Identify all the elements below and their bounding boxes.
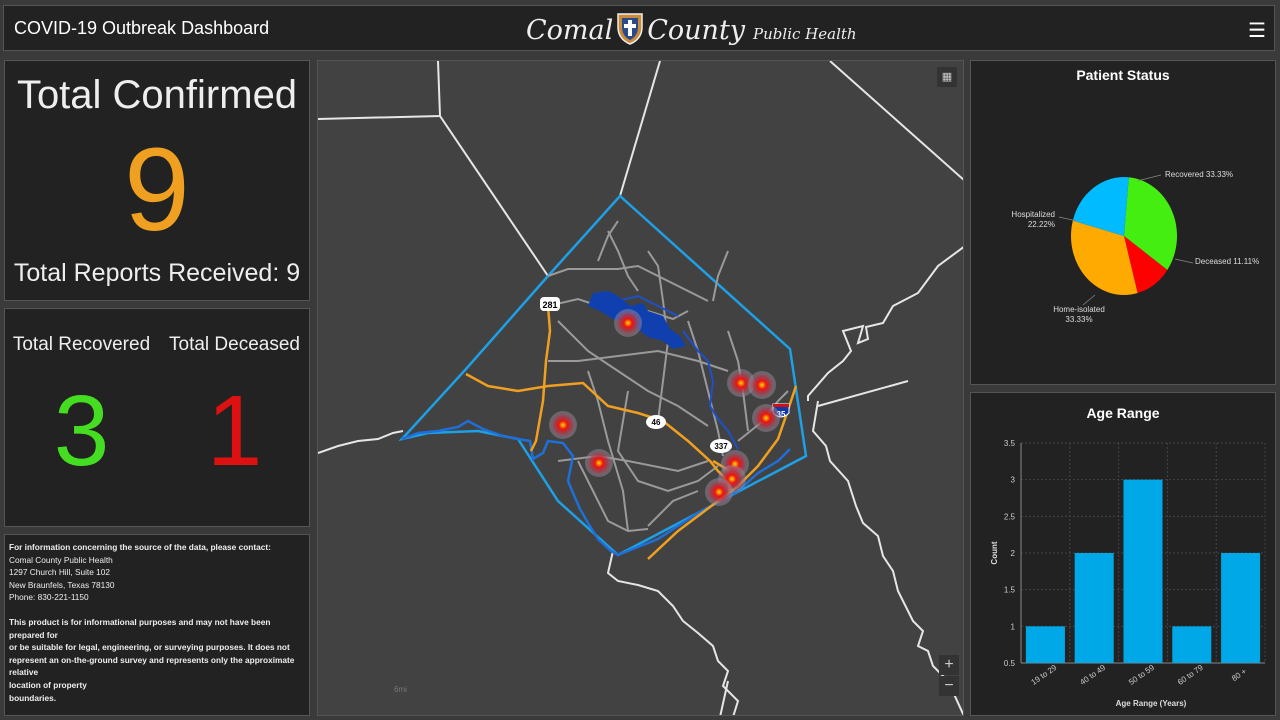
- total-reports-received: Total Reports Received: 9: [13, 259, 301, 287]
- total-confirmed-title: Total Confirmed: [16, 73, 298, 117]
- road-shield-46: 46: [652, 418, 661, 427]
- y-tick-label: 1: [1011, 622, 1016, 631]
- disclaimer-line-1: This product is for informational purpos…: [9, 616, 271, 640]
- map-canvas[interactable]: 281 46 337 35: [318, 61, 964, 716]
- highways: [465, 305, 798, 560]
- pie-label-pct: 33.33%: [1065, 315, 1092, 324]
- bar-50to59[interactable]: [1123, 479, 1163, 663]
- disclaimer-line-3: represent an on-the-ground survey and re…: [9, 654, 295, 678]
- outcomes-panel: Total Recovered 3 Total Deceased 1: [4, 308, 310, 527]
- case-marker[interactable]: [752, 404, 780, 432]
- disclaimer-line-5: boundaries.: [9, 692, 57, 703]
- total-recovered-label: Total Recovered: [12, 334, 151, 355]
- disclaimer-line-4: location of property: [9, 679, 87, 690]
- patient-status-panel: Patient Status Recovered 33.33% Deceased …: [970, 60, 1276, 385]
- info-panel: For information concerning the source of…: [4, 534, 310, 716]
- logo-word-comal: Comal: [526, 14, 614, 46]
- age-range-bar-chart: 0.5 1 1.5 2 2.5 3 3.5 19 to 29 40 to 49 50 to 59 6…: [990, 439, 1266, 708]
- y-tick-label: 3: [1011, 476, 1016, 485]
- case-marker[interactable]: [705, 478, 733, 506]
- map-overview-icon[interactable]: ▦: [937, 67, 957, 87]
- x-tick-label: 80 +: [1230, 667, 1248, 684]
- info-intro: For information concerning the source of…: [9, 542, 271, 552]
- road-shield-337: 337: [714, 442, 728, 451]
- pie-label-name: Home-isolated: [1053, 305, 1105, 314]
- map-view[interactable]: 281 46 337 35 ▦ + − 6mi: [317, 60, 964, 716]
- case-marker[interactable]: [748, 371, 776, 399]
- zoom-out-button[interactable]: −: [939, 676, 959, 696]
- y-tick-label: 1.5: [1004, 586, 1016, 595]
- pie-leader-line: [1174, 258, 1194, 264]
- app-title: COVID-19 Outbreak Dashboard: [14, 18, 270, 38]
- patient-status-pie-chart: Recovered 33.33% Deceased 11.11% Home-isol…: [1011, 170, 1259, 324]
- y-tick-label: 2.5: [1004, 512, 1016, 521]
- bar-19to29[interactable]: [1025, 626, 1065, 663]
- bar-40to49[interactable]: [1074, 553, 1114, 663]
- bar-60to79[interactable]: [1172, 626, 1212, 663]
- map-scale-label: 6mi: [394, 685, 407, 694]
- case-marker[interactable]: [614, 309, 642, 337]
- y-tick-label: 3.5: [1004, 439, 1016, 448]
- age-range-panel: Age Range 0.5 1 1.5 2 2.5 3 3.5 19 to 29 40 to 4…: [970, 392, 1276, 716]
- pie-label: Recovered 33.33%: [1165, 170, 1233, 179]
- disclaimer-line-2: or be suitable for legal, engineering, o…: [9, 642, 290, 653]
- county-seal-icon: [615, 11, 645, 50]
- info-phone: Phone: 830-221-1150: [9, 592, 89, 603]
- neighbor-county-lines: [318, 61, 963, 715]
- pie-label-name: Hospitalized: [1011, 210, 1055, 219]
- x-tick-label: 60 to 79: [1176, 663, 1205, 687]
- total-confirmed-value: 9: [124, 124, 190, 256]
- x-tick-label: 40 to 49: [1078, 663, 1107, 687]
- total-deceased-label: Total Deceased: [169, 334, 300, 355]
- pie-leader-line: [1136, 174, 1162, 182]
- case-marker[interactable]: [585, 449, 613, 477]
- zoom-in-button[interactable]: +: [939, 655, 959, 675]
- case-marker[interactable]: [549, 411, 577, 439]
- bar-80[interactable]: [1221, 553, 1261, 663]
- top-bar: COVID-19 Outbreak Dashboard Comal County…: [3, 5, 1275, 51]
- info-address1: 1297 Church Hill, Suite 102: [9, 567, 111, 578]
- y-axis-label: Count: [990, 541, 999, 564]
- total-confirmed-panel: Total Confirmed 9 Total Reports Received…: [4, 60, 310, 301]
- pie-label: Deceased 11.11%: [1195, 257, 1259, 266]
- info-address2: New Braunfels, Texas 78130: [9, 579, 115, 590]
- pie-label-pct: 22.22%: [1028, 220, 1055, 229]
- logo-word-county: County: [647, 14, 746, 46]
- recovered-column: Total Recovered 3: [5, 309, 158, 526]
- county-logo: Comal County Public Health: [526, 10, 857, 50]
- hamburger-icon[interactable]: ☰: [1248, 18, 1266, 43]
- x-axis-label: Age Range (Years): [1116, 699, 1187, 708]
- pie-leader-line: [1082, 294, 1096, 306]
- total-recovered-value: 3: [53, 375, 110, 487]
- x-tick-label: 50 to 59: [1127, 663, 1156, 687]
- deceased-column: Total Deceased 1: [158, 309, 311, 526]
- y-tick-label: 0.5: [1004, 659, 1016, 668]
- total-deceased-value: 1: [206, 375, 263, 487]
- x-tick-label: 19 to 29: [1030, 663, 1059, 687]
- logo-word-public-health: Public Health: [753, 25, 857, 43]
- y-tick-label: 2: [1011, 549, 1016, 558]
- info-org: Comal County Public Health: [9, 554, 113, 565]
- road-shield-281: 281: [542, 300, 557, 310]
